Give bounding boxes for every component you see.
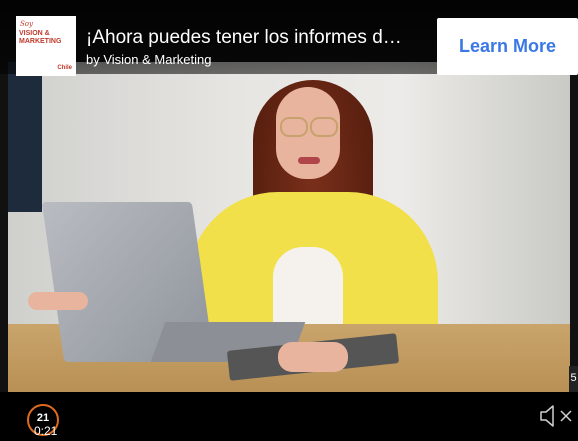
background-window	[8, 62, 42, 212]
speaker-muted-icon	[540, 405, 572, 427]
countdown-number: 21	[36, 412, 50, 424]
ad-byline[interactable]: by Vision & Marketing	[86, 52, 212, 67]
left-hand	[28, 292, 88, 310]
logo-line-1: Soy	[20, 20, 33, 28]
learn-more-button[interactable]: Learn More	[437, 18, 578, 75]
glasses	[280, 117, 338, 137]
person-lips	[298, 157, 320, 164]
logo-line-3: Chile	[57, 65, 72, 71]
current-time: 0:21	[34, 424, 58, 438]
mute-button[interactable]	[539, 404, 577, 428]
advertiser-logo[interactable]: Soy VISION & MARKETING Chile	[16, 16, 76, 76]
ad-info-bar: Soy VISION & MARKETING Chile ¡Ahora pued…	[0, 0, 578, 76]
right-hand	[278, 342, 348, 372]
video-frame[interactable]	[8, 62, 570, 392]
logo-line-2: VISION & MARKETING	[19, 30, 62, 45]
player-controls-bar	[0, 392, 578, 441]
ad-title[interactable]: ¡Ahora puedes tener los informes d…	[86, 27, 426, 49]
video-ad-player[interactable]: Soy VISION & MARKETING Chile ¡Ahora pued…	[0, 0, 578, 441]
